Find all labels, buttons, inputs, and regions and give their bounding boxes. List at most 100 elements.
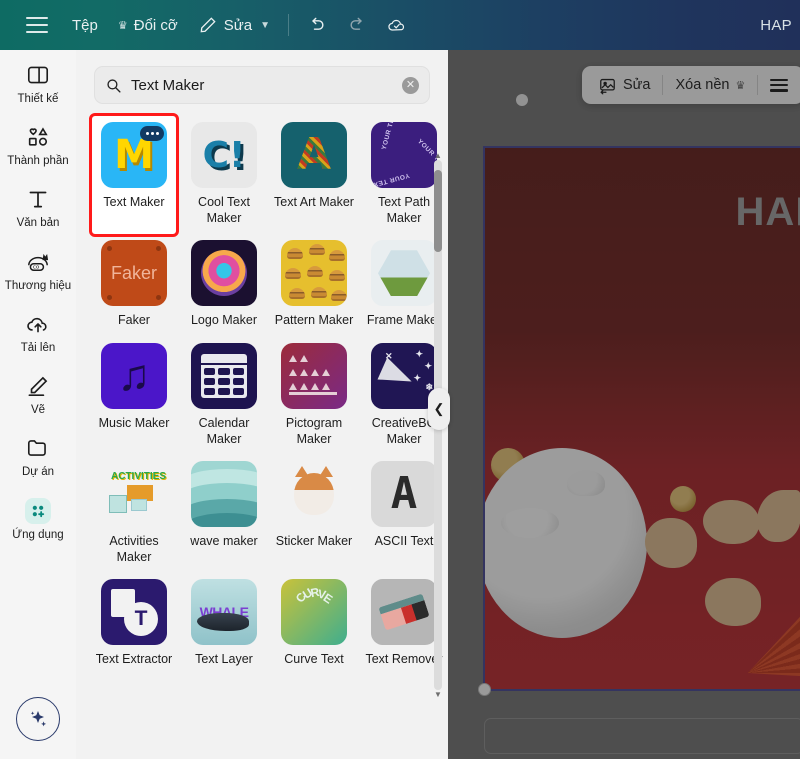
chat-bubble-icon <box>140 126 164 141</box>
sidebar-item-uploads-label: Tải lên <box>20 341 56 354</box>
sidebar-item-design[interactable]: Thiết kế <box>0 50 76 112</box>
scroll-down-arrow[interactable]: ▼ <box>434 690 442 699</box>
document-title: HAP <box>760 16 792 34</box>
app-tile-sticker-maker[interactable]: Sticker Maker <box>272 455 356 573</box>
faker-icon: Faker <box>101 240 167 307</box>
redo-arrow-icon <box>347 15 367 35</box>
menu-item-resize[interactable]: ♛ Đổi cỡ <box>108 0 188 50</box>
app-tile-pattern-maker[interactable]: Pattern Maker <box>272 234 356 337</box>
collapse-panel-button[interactable]: ❮ <box>428 388 450 430</box>
menu-item-edit-label: Sửa <box>223 16 253 34</box>
crown-icon: ♛ <box>117 19 128 32</box>
sidebar-item-uploads[interactable]: Tải lên <box>0 299 76 361</box>
app-tile-activities-maker[interactable]: ACTIVITIES Activities Maker <box>92 455 176 573</box>
cloud-check-icon <box>387 15 407 35</box>
app-tile-calendar-maker[interactable]: Calendar Maker <box>182 337 266 455</box>
text-extractor-icon: T <box>101 579 167 646</box>
app-tile-text-maker[interactable]: M Text Maker <box>89 112 179 238</box>
text-layer-icon: WHALE <box>191 579 257 646</box>
sidebar-item-draw-label: Vẽ <box>30 404 46 417</box>
frame-maker-icon <box>371 240 437 307</box>
top-menu-bar: Tệp ♛ Đổi cỡ Sửa ▼ HAP <box>0 0 800 50</box>
app-label: Text Layer <box>195 652 253 667</box>
chevron-left-icon: ❮ <box>433 401 445 416</box>
text-path-maker-icon: YOUR TEXT YOUR TEXT YOUR TEXT <box>371 122 437 188</box>
text-art-maker-icon: A <box>281 122 347 188</box>
app-label: wave maker <box>190 534 258 549</box>
curve-text-icon: C U R V E <box>281 579 347 646</box>
sparkle-magic-icon[interactable] <box>16 697 60 741</box>
redo-button[interactable] <box>337 0 377 50</box>
sidebar-item-brand[interactable]: co Thương hiệu <box>0 237 76 299</box>
app-tile-music-maker[interactable]: ♫ Music Maker <box>92 337 176 455</box>
chevron-down-icon: ▼ <box>260 19 271 31</box>
sidebar-item-projects[interactable]: Dự án <box>0 423 76 485</box>
app-label: Text Extractor <box>95 652 173 667</box>
toolbar-divider <box>288 14 290 36</box>
app-label: Music Maker <box>98 415 170 430</box>
shapes-icon <box>25 124 51 150</box>
undo-arrow-icon <box>307 15 327 35</box>
apps-grid: M Text Maker C! Cool Text Maker A Text A… <box>76 112 448 676</box>
search-icon <box>105 77 122 94</box>
menu-item-resize-label: Đổi cỡ <box>133 16 178 34</box>
sidebar-item-text[interactable]: Văn bản <box>0 174 76 236</box>
upload-cloud-icon <box>25 311 51 337</box>
text-t-icon <box>25 186 51 212</box>
app-label: Pictogram Maker <box>285 415 343 446</box>
sidebar-item-projects-label: Dự án <box>22 466 54 479</box>
logo-maker-icon <box>191 240 257 307</box>
apps-grid-plus-icon <box>25 497 51 524</box>
app-label: Faker <box>118 313 150 328</box>
sidebar-item-elements[interactable]: Thành phần <box>0 112 76 174</box>
undo-button[interactable] <box>297 0 337 50</box>
app-tile-curve-text[interactable]: C U R V E Curve Text <box>272 573 356 676</box>
app-label: Text Art Maker <box>274 195 354 209</box>
app-tile-faker[interactable]: Faker Faker <box>92 234 176 337</box>
scroll-up-arrow[interactable]: ▲ <box>434 151 442 160</box>
app-tile-pictogram-maker[interactable]: Pictogram Maker <box>272 337 356 455</box>
sidebar-item-design-label: Thiết kế <box>17 93 59 105</box>
cloud-save-button[interactable] <box>377 0 417 50</box>
pattern-maker-icon <box>281 240 347 307</box>
sidebar-item-text-label: Văn bản <box>16 217 60 230</box>
sidebar-item-draw[interactable]: Vẽ <box>0 361 76 423</box>
hamburger-menu-icon[interactable] <box>26 17 48 33</box>
app-label: Logo Maker <box>190 313 257 328</box>
search-box[interactable]: ✕ <box>94 66 430 104</box>
search-input[interactable] <box>131 76 393 94</box>
sidebar-item-apps[interactable]: Ứng dụng <box>0 486 76 548</box>
svg-text:co: co <box>33 264 40 270</box>
app-tile-logo-maker[interactable]: Logo Maker <box>182 234 266 337</box>
app-label: Pattern Maker <box>274 313 354 328</box>
app-label: Cool Text Maker <box>198 195 250 225</box>
draw-pen-icon <box>25 373 51 399</box>
app-tile-cool-text-maker[interactable]: C! Cool Text Maker <box>182 116 266 234</box>
app-tile-wave-maker[interactable]: wave maker <box>182 455 266 573</box>
app-label: Text Maker <box>103 195 165 209</box>
scrollbar-thumb[interactable] <box>434 170 442 252</box>
app-tile-text-layer[interactable]: WHALE Text Layer <box>182 573 266 676</box>
apps-panel: ✕ M Text Maker C! Cool Text Maker A Text… <box>76 50 448 759</box>
folder-icon <box>25 435 51 461</box>
activities-maker-icon: ACTIVITIES <box>101 461 167 528</box>
sidebar-item-elements-label: Thành phần <box>7 155 69 168</box>
app-label: Activities Maker <box>109 534 159 564</box>
pictogram-maker-icon <box>281 342 347 409</box>
clear-x-icon[interactable]: ✕ <box>402 76 419 94</box>
app-tile-text-art-maker[interactable]: A Text Art Maker <box>272 116 356 234</box>
text-maker-icon: M <box>101 122 167 188</box>
sidebar-item-brand-label: Thương hiệu <box>4 279 72 292</box>
ascii-text-icon: A <box>371 461 437 528</box>
app-label: Sticker Maker <box>275 534 353 549</box>
layout-panel-icon <box>25 62 51 88</box>
sticker-maker-icon <box>281 461 347 528</box>
menu-item-file[interactable]: Tệp <box>62 0 108 50</box>
cool-text-maker-icon: C! <box>191 122 257 188</box>
search-area: ✕ <box>76 50 448 114</box>
app-label: Calendar Maker <box>198 415 250 446</box>
app-tile-text-extractor[interactable]: T Text Extractor <box>92 573 176 676</box>
brand-crown-icon: co <box>25 249 51 275</box>
menu-item-edit[interactable]: Sửa ▼ <box>188 0 280 50</box>
sidebar-item-apps-label: Ứng dụng <box>12 528 64 541</box>
